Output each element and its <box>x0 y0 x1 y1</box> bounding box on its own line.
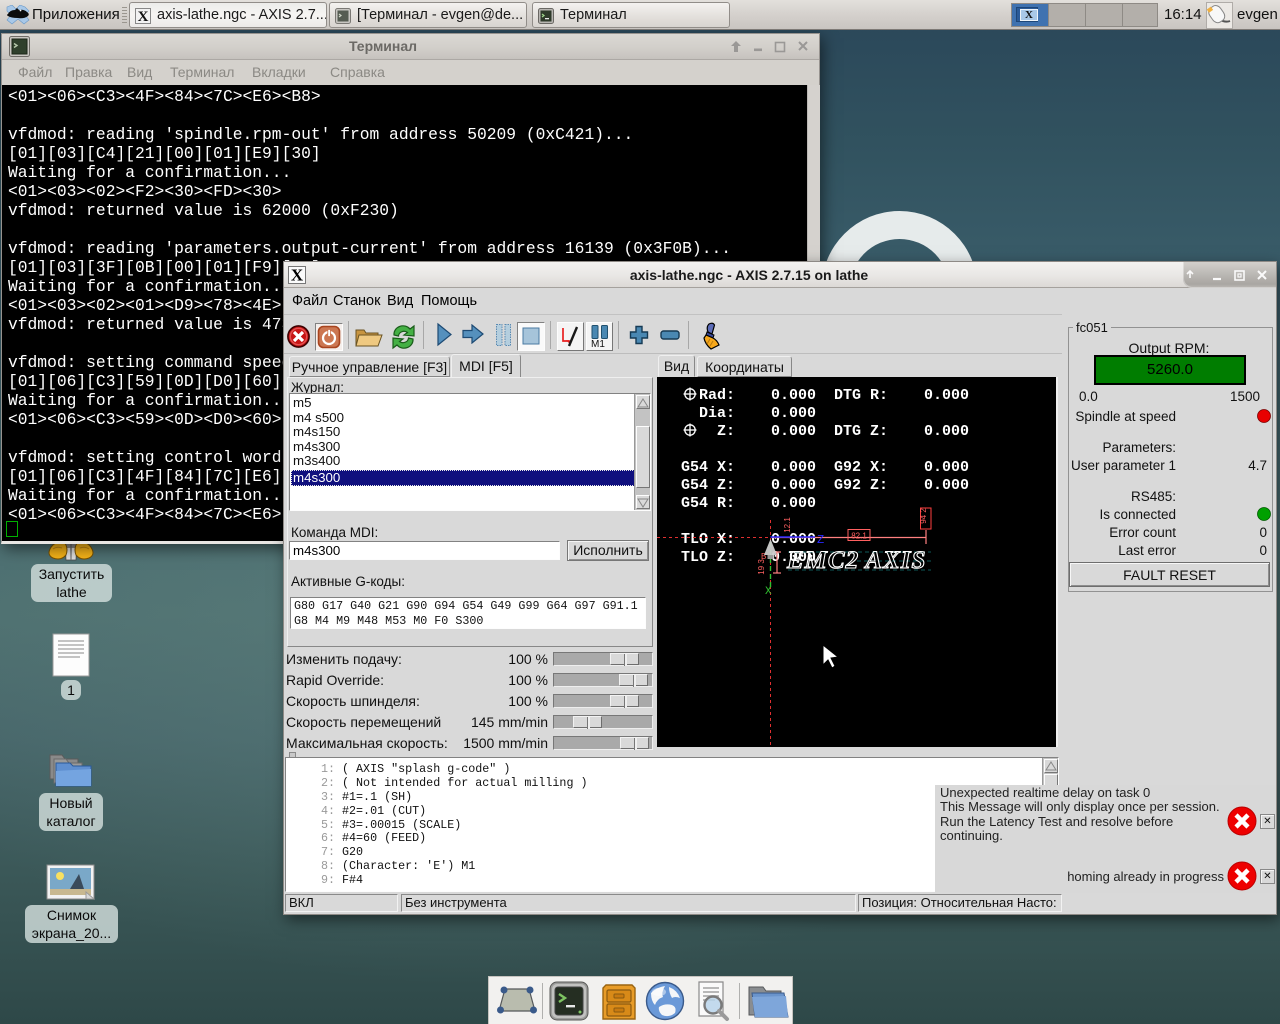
svg-text:M1: M1 <box>591 339 605 350</box>
svg-text:Z: Z <box>817 533 824 547</box>
svg-text:82.1: 82.1 <box>851 532 867 541</box>
svg-text:94 2: 94 2 <box>919 508 928 524</box>
svg-text:12.1: 12.1 <box>783 517 792 533</box>
svg-text:19 3: 19 3 <box>757 559 766 575</box>
svg-text:X: X <box>138 9 149 24</box>
svg-text:X: X <box>291 266 304 284</box>
svg-text:X: X <box>765 586 772 598</box>
